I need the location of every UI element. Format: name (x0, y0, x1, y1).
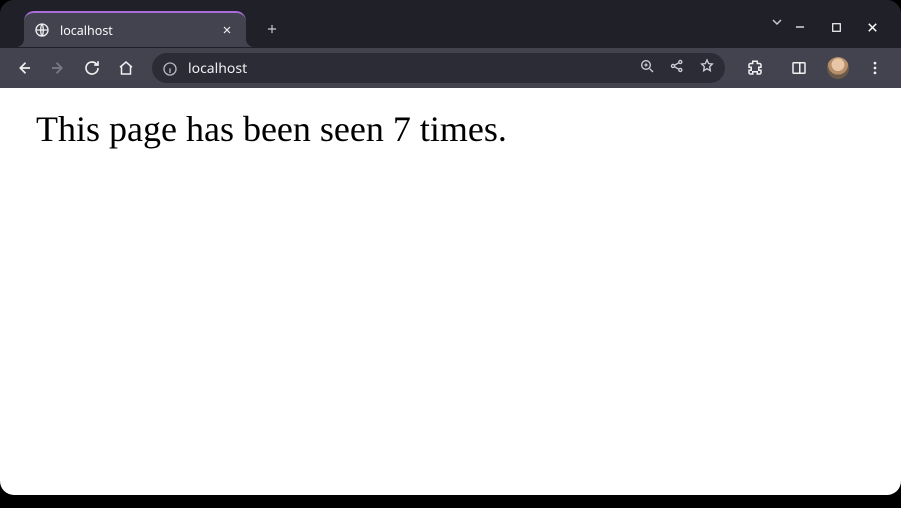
globe-icon (34, 22, 50, 38)
url-text: localhost (188, 59, 629, 78)
forward-button[interactable] (42, 52, 74, 84)
new-tab-button[interactable] (258, 15, 286, 43)
bookmark-icon[interactable] (699, 57, 715, 79)
site-info-icon[interactable] (162, 60, 178, 76)
tab-search-button[interactable] (763, 13, 791, 35)
browser-window: localhost (0, 0, 901, 495)
window-controls (791, 12, 895, 36)
share-icon[interactable] (669, 57, 685, 79)
reload-button[interactable] (76, 52, 108, 84)
toolbar: localhost (0, 48, 901, 88)
sidepanel-button[interactable] (783, 52, 815, 84)
tab-title: localhost (60, 22, 208, 39)
address-bar[interactable]: localhost (152, 53, 725, 83)
back-button[interactable] (8, 52, 40, 84)
zoom-icon[interactable] (639, 57, 655, 79)
close-window-button[interactable] (863, 18, 881, 36)
extensions-button[interactable] (739, 52, 771, 84)
page-content: This page has been seen 7 times. (0, 88, 901, 495)
maximize-button[interactable] (827, 18, 845, 36)
profile-avatar[interactable] (827, 57, 849, 79)
page-body-text: This page has been seen 7 times. (36, 108, 865, 150)
titlebar: localhost (0, 0, 901, 48)
close-tab-button[interactable] (218, 21, 236, 39)
home-button[interactable] (110, 52, 142, 84)
menu-button[interactable] (861, 54, 889, 82)
active-tab[interactable]: localhost (24, 11, 246, 47)
minimize-button[interactable] (791, 18, 809, 36)
